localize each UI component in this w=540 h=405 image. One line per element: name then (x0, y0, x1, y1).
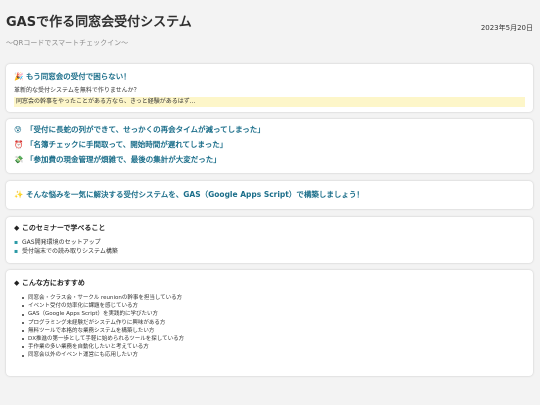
audience-heading: ◆ こんな方におすすめ (14, 279, 85, 287)
intro-highlight: 同窓会の幹事をやったことがある方なら、きっと経験があるはず... (14, 97, 525, 107)
intro-headline-text: もう同窓会の受付で困らない！ (25, 72, 131, 81)
party-popper-icon: 🎉 (14, 72, 24, 81)
pain-point-text: 「受付に長蛇の列ができて、せっかくの再会タイムが減ってしまった」 (26, 125, 265, 134)
learn-list: ▪ GAS開発環境のセットアップ ▪ 受付端末での読み取りシステム構築 (14, 238, 525, 256)
solution-text: ✨ そんな悩みを一気に解決する受付システムを、GAS（Google Apps S… (14, 190, 525, 200)
solution-text-body: そんな悩みを一気に解決する受付システムを、GAS（Google Apps Scr… (25, 190, 364, 199)
pain-point-text: 「参加費の現金管理が煩雑で、最後の集計が大変だった」 (26, 155, 221, 164)
list-item: プログラミング未経験だがシステム作りに興味がある方 (14, 319, 525, 327)
list-item: DX推進の第一歩として手軽に始められるツールを探している方 (14, 335, 525, 343)
learn-heading: ◆ このセミナーで学べること (14, 224, 106, 232)
pain-point: 💸 「参加費の現金管理が煩雑で、最後の集計が大変だった」 (14, 155, 525, 165)
bullet-icon: ▪ (14, 248, 19, 255)
sparkles-icon: ✨ (14, 190, 24, 199)
alarm-clock-icon: ⏰ (14, 140, 24, 149)
list-item: ▪ 受付端末での読み取りシステム構築 (14, 247, 525, 256)
list-item: GAS（Google Apps Script）を実践的に学びたい方 (14, 310, 525, 318)
bullet-icon: ▪ (14, 239, 19, 246)
learn-card: ◆ このセミナーで学べること ▪ GAS開発環境のセットアップ ▪ 受付端末での読み… (6, 217, 533, 263)
pain-point: 😰 「受付に長蛇の列ができて、せっかくの再会タイムが減ってしまった」 (14, 125, 525, 135)
pain-points-card: 😰 「受付に長蛇の列ができて、せっかくの再会タイムが減ってしまった」 ⏰ 「名簿チェ… (6, 119, 533, 173)
list-item: 無料ツールで本格的な業務システムを構築したい方 (14, 327, 525, 335)
pain-point: ⏰ 「名簿チェックに手間取って、開始時間が遅れてしまった」 (14, 140, 525, 150)
list-item: イベント受付の効率化に課題を感じている方 (14, 302, 525, 310)
date-label: 2023年5月20日 (480, 24, 533, 32)
page-header: GASで作る同窓会受付システム 〜QRコードでスマートチェックイン〜 2023年… (6, 14, 534, 48)
intro-headline: 🎉 もう同窓会の受付で困らない！ (14, 72, 525, 82)
list-item: 同窓会以外のイベント運営にも応用したい方 (14, 351, 525, 359)
page-subtitle: 〜QRコードでスマートチェックイン〜 (6, 39, 129, 47)
pain-point-text: 「名簿チェックに手間取って、開始時間が遅れてしまった」 (26, 140, 228, 149)
list-item: ▪ GAS開発環境のセットアップ (14, 238, 525, 247)
money-wings-icon: 💸 (14, 155, 24, 164)
anxious-face-icon: 😰 (14, 125, 22, 134)
page-title: GASで作る同窓会受付システム (6, 15, 192, 30)
solution-card: ✨ そんな悩みを一気に解決する受付システムを、GAS（Google Apps S… (6, 181, 533, 209)
audience-card: ◆ こんな方におすすめ 同窓会・クラス会・サークル reunionの幹事を担当し… (6, 270, 533, 376)
intro-question: 革新的な受付システムを無料で作りませんか？ (14, 87, 140, 94)
audience-list: 同窓会・クラス会・サークル reunionの幹事を担当している方 イベント受付の… (14, 294, 525, 360)
list-item: 手作業の多い業務を自動化したいと考えている方 (14, 343, 525, 351)
list-item-text: GAS開発環境のセットアップ (22, 239, 101, 246)
intro-card: 🎉 もう同窓会の受付で困らない！ 革新的な受付システムを無料で作りませんか？ 同… (6, 64, 533, 112)
list-item: 同窓会・クラス会・サークル reunionの幹事を担当している方 (14, 294, 525, 302)
page: GASで作る同窓会受付システム 〜QRコードでスマートチェックイン〜 2023年… (0, 0, 540, 405)
list-item-text: 受付端末での読み取りシステム構築 (22, 248, 118, 255)
